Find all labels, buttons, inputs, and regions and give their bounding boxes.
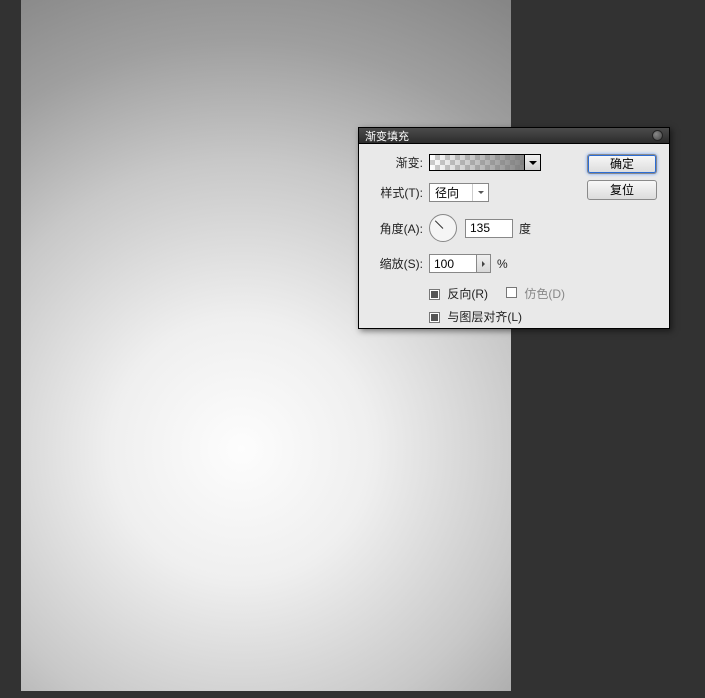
collapse-icon[interactable] (652, 130, 663, 141)
dialog-titlebar[interactable]: 渐变填充 (359, 128, 669, 144)
dialog-title: 渐变填充 (365, 128, 409, 144)
gradient-row: 渐变: (367, 154, 581, 171)
style-row: 样式(T): 径向 (367, 183, 581, 202)
style-label: 样式(T): (367, 184, 423, 201)
scale-label: 缩放(S): (367, 255, 423, 272)
angle-dial[interactable] (429, 214, 457, 242)
dither-checkbox[interactable] (506, 287, 517, 298)
style-select[interactable]: 径向 (429, 183, 489, 202)
reverse-checkbox[interactable] (429, 289, 440, 300)
scale-unit: % (497, 257, 508, 271)
align-label[interactable]: 与图层对齐(L) (447, 310, 522, 324)
ok-button[interactable]: 确定 (587, 154, 657, 174)
scale-row: 缩放(S): % (367, 254, 581, 273)
document-canvas[interactable] (21, 0, 511, 691)
align-checkbox[interactable] (429, 312, 440, 323)
angle-input[interactable] (465, 219, 513, 238)
angle-unit: 度 (519, 220, 531, 237)
angle-label: 角度(A): (367, 220, 423, 237)
style-value: 径向 (435, 184, 459, 201)
gradient-fill-dialog: 渐变填充 渐变: 样式(T): 径向 角度(A): 度 (358, 127, 670, 329)
dither-label[interactable]: 仿色(D) (524, 287, 565, 301)
scale-stepper[interactable] (477, 254, 491, 273)
scale-input[interactable] (429, 254, 477, 273)
reset-button[interactable]: 复位 (587, 180, 657, 200)
chevron-down-icon (472, 184, 488, 201)
gradient-label: 渐变: (367, 154, 423, 171)
gradient-preview[interactable] (429, 154, 525, 171)
reverse-label[interactable]: 反向(R) (447, 287, 488, 301)
angle-row: 角度(A): 度 (367, 214, 581, 242)
gradient-dropdown-arrow[interactable] (525, 154, 541, 171)
